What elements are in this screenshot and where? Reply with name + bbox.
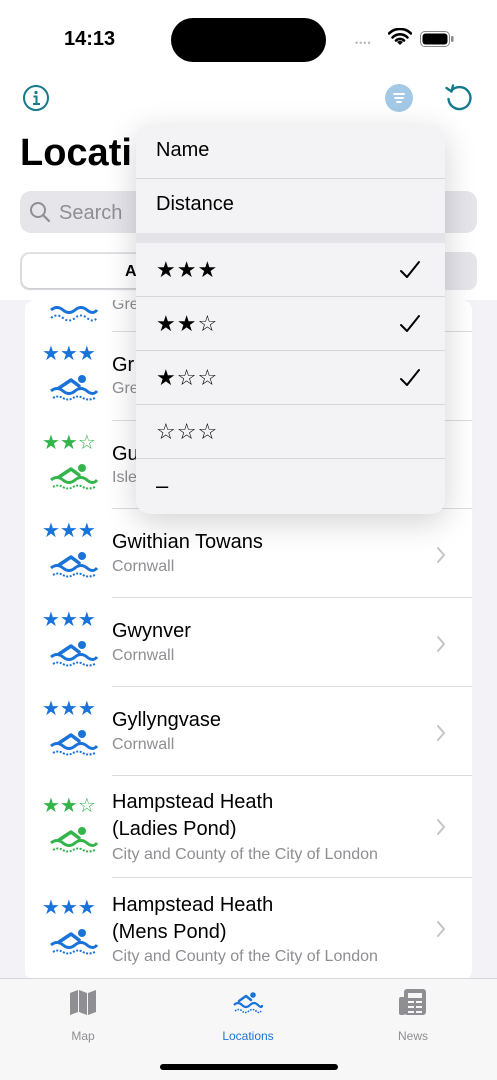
swimmer-icon bbox=[50, 730, 99, 756]
menu-item-stars: ★☆☆ bbox=[156, 365, 219, 390]
list-item-region: Cornwall bbox=[112, 558, 175, 575]
list-item-name: Gwithian Towans bbox=[112, 531, 263, 553]
list-item-name: Gwynver bbox=[112, 620, 191, 642]
list-item-name: Gyllyngvase bbox=[112, 709, 221, 731]
filter-line bbox=[394, 97, 404, 99]
list-item-region: Gre bbox=[112, 380, 139, 397]
tab-news[interactable]: News bbox=[353, 987, 473, 1047]
tab-map[interactable]: Map bbox=[23, 987, 143, 1047]
swimmer-icon bbox=[50, 306, 99, 322]
list-item-region: Gre bbox=[112, 300, 139, 313]
tab-label: Map bbox=[71, 1029, 95, 1043]
rating-stars: ★★★ bbox=[42, 609, 96, 631]
swimmer-icon bbox=[50, 641, 99, 667]
list-item-name-line1: Hampstead Heath bbox=[112, 791, 274, 813]
newspaper-icon bbox=[399, 989, 426, 1015]
list-item-name-line2: (Ladies Pond) bbox=[112, 818, 237, 840]
filter-line bbox=[393, 93, 405, 95]
menu-item-stars: ☆☆☆ bbox=[156, 419, 219, 444]
screen: 14:13 •••• Locati Search A Gre ★★★ Gr Gr… bbox=[0, 0, 497, 1080]
dynamic-island bbox=[171, 18, 326, 62]
chevron-right-icon bbox=[437, 819, 445, 835]
list-item-name-line1: Hampstead Heath bbox=[112, 894, 274, 916]
rating-stars: ★★☆ bbox=[42, 795, 96, 817]
home-indicator bbox=[160, 1064, 338, 1070]
menu-item-filter-2-stars[interactable]: ★★☆ bbox=[136, 297, 445, 351]
rating-stars: ★★★ bbox=[42, 343, 96, 365]
chevron-right-icon bbox=[437, 725, 445, 741]
list-item-region: City and County of the City of London bbox=[112, 948, 378, 965]
map-icon bbox=[70, 990, 96, 1015]
swimmer-icon bbox=[50, 375, 99, 401]
menu-item-stars: – bbox=[156, 473, 170, 498]
chevron-right-icon bbox=[437, 636, 445, 652]
sort-filter-menu: Name Distance ★★★ ★★☆ ★☆☆ ☆☆☆ – bbox=[136, 125, 445, 514]
tab-label: Locations bbox=[222, 1029, 274, 1043]
menu-item-filter-1-star[interactable]: ★☆☆ bbox=[136, 351, 445, 405]
filter-line bbox=[396, 101, 402, 103]
list-item-region: Isle bbox=[112, 469, 137, 486]
menu-item-label: Distance bbox=[156, 193, 234, 215]
menu-item-filter-0-stars[interactable]: ☆☆☆ bbox=[136, 405, 445, 459]
list-item[interactable]: ★★★ Gyllyngvase Cornwall bbox=[25, 687, 472, 776]
menu-item-label: Name bbox=[156, 139, 210, 161]
search-icon bbox=[30, 202, 51, 223]
menu-item-sort-name[interactable]: Name bbox=[136, 125, 445, 179]
checkmark-icon bbox=[400, 315, 420, 332]
rating-stars: ★★★ bbox=[42, 698, 96, 720]
wifi-icon bbox=[388, 28, 412, 45]
rating-stars: ★★★ bbox=[42, 520, 96, 542]
menu-item-filter-unrated[interactable]: – bbox=[136, 459, 445, 513]
list-item-name-line2: (Mens Pond) bbox=[112, 921, 227, 943]
tab-label: News bbox=[397, 1029, 428, 1043]
swimmer-icon bbox=[50, 929, 99, 955]
list-item-name: Gu bbox=[112, 443, 139, 465]
status-time: 14:13 bbox=[64, 28, 116, 50]
list-item[interactable]: ★★☆ Hampstead Heath (Ladies Pond) City a… bbox=[25, 776, 472, 878]
swimmer-icon bbox=[50, 464, 99, 490]
refresh-icon[interactable] bbox=[443, 82, 475, 114]
list-item-region: Cornwall bbox=[112, 647, 175, 664]
list-item[interactable]: ★★★ Hampstead Heath (Mens Pond) City and… bbox=[25, 878, 472, 980]
swimmer-icon bbox=[233, 992, 263, 1014]
menu-item-filter-3-stars[interactable]: ★★★ bbox=[136, 243, 445, 297]
list-item-name: Gr bbox=[112, 354, 135, 376]
signal-icon: •••• bbox=[355, 38, 372, 48]
segment-label: A bbox=[125, 263, 137, 280]
rating-stars: ★★★ bbox=[42, 897, 96, 919]
menu-item-sort-distance[interactable]: Distance bbox=[136, 179, 445, 233]
tab-locations[interactable]: Locations bbox=[188, 987, 308, 1047]
info-icon[interactable] bbox=[22, 84, 50, 112]
menu-item-stars: ★★★ bbox=[156, 257, 219, 282]
swimmer-icon bbox=[50, 827, 99, 853]
swimmer-icon bbox=[50, 552, 99, 578]
menu-section-divider bbox=[136, 233, 445, 243]
list-item[interactable]: ★★★ Gwithian Towans Cornwall bbox=[25, 509, 472, 598]
sort-filter-button[interactable] bbox=[385, 84, 413, 112]
search-placeholder: Search bbox=[59, 202, 123, 224]
chevron-right-icon bbox=[437, 921, 445, 937]
list-item[interactable]: ★★★ Gwynver Cornwall bbox=[25, 598, 472, 687]
battery-icon bbox=[420, 31, 454, 47]
menu-item-stars: ★★☆ bbox=[156, 311, 219, 336]
list-item-region: Cornwall bbox=[112, 736, 175, 753]
checkmark-icon bbox=[400, 369, 420, 386]
list-item-region: City and County of the City of London bbox=[112, 846, 378, 863]
rating-stars: ★★☆ bbox=[42, 432, 96, 454]
page-title: Locati bbox=[20, 132, 132, 174]
checkmark-icon bbox=[400, 261, 420, 278]
chevron-right-icon bbox=[437, 547, 445, 563]
